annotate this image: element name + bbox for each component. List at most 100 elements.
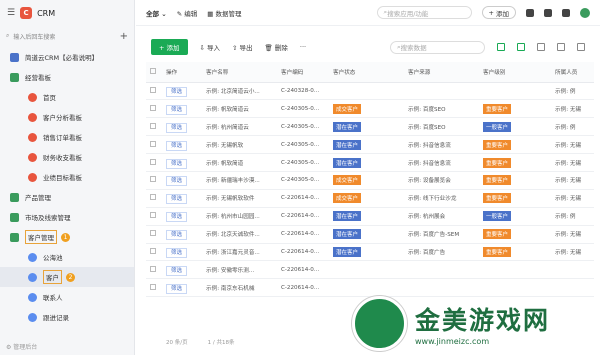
edit-button[interactable]: ✎ 编辑 — [177, 8, 198, 18]
table-row[interactable]: 筛选 示例: 帆软简道云 C-240305-0... 成交客户 示例: 百度SEO 重要客… — [146, 99, 594, 119]
sidebar-item[interactable]: 财务收支看板 — [0, 147, 134, 167]
row-checkbox[interactable] — [150, 176, 156, 183]
checkbox-cell[interactable] — [146, 225, 162, 244]
name-cell[interactable]: 示例: 新疆瑞丰沙漠... — [202, 171, 277, 190]
settings-icon[interactable] — [577, 43, 585, 51]
sidebar-item[interactable]: 跟进记录 — [0, 307, 134, 327]
delete-button[interactable]: 🗑 删除 — [265, 42, 288, 52]
name-cell[interactable]: 示例: 杭州市山园园... — [202, 207, 277, 226]
name-cell[interactable]: 示例: 无锡帆软 — [202, 135, 277, 155]
name-cell[interactable]: 示例: 北京简道云小... — [202, 82, 277, 101]
add-item-icon[interactable]: + — [120, 31, 128, 42]
checkbox-cell[interactable] — [146, 260, 162, 280]
notification-icon[interactable] — [526, 8, 534, 17]
name-cell[interactable]: 示例: 北京天诚软件... — [202, 225, 277, 244]
filter-icon[interactable] — [497, 43, 505, 51]
scope-select[interactable]: 全部 ⌄ — [146, 8, 167, 18]
checkbox-cell[interactable] — [146, 153, 162, 172]
name-cell[interactable]: 示例: 安徽零乐测... — [202, 260, 277, 280]
name-cell[interactable]: 示例: 帆软简道云 — [202, 99, 277, 119]
table-row[interactable]: 筛选 示例: 帆软简道 C-240305-0... 潜在客户 示例: 抖音信息流 重要客户… — [146, 153, 594, 172]
app-search-input[interactable]: ⌕ 搜索应用/功能 — [376, 6, 472, 19]
column-header[interactable]: 客户来源 — [404, 62, 479, 83]
checkbox-cell[interactable] — [146, 207, 162, 226]
table-row[interactable]: 筛选 示例: 新疆瑞丰沙漠... C-240305-0... 成交客户 示例: 设备展览… — [146, 171, 594, 190]
import-button[interactable]: ⇩ 导入 — [200, 42, 221, 52]
sidebar-item[interactable]: 客户管理 1 — [0, 227, 134, 247]
row-checkbox[interactable] — [150, 247, 156, 254]
sort-icon[interactable] — [537, 43, 545, 51]
row-checkbox[interactable] — [150, 86, 156, 93]
table-row[interactable]: 筛选 示例: 安徽零乐测... C-220614-0... — [146, 260, 594, 280]
top-add-button[interactable]: + 添加 — [481, 6, 516, 19]
view-button[interactable]: 筛选 — [166, 230, 188, 241]
sidebar-item[interactable]: 首页 — [0, 87, 134, 107]
name-cell[interactable]: 示例: 浙江嘉元灵音... — [202, 243, 277, 262]
view-button[interactable]: 筛选 — [166, 212, 188, 223]
export-button[interactable]: ⇧ 导出 — [232, 42, 253, 52]
view-button[interactable]: 筛选 — [166, 104, 188, 115]
name-cell[interactable]: 示例: 杭州简道云 — [202, 117, 277, 137]
checkbox-cell[interactable] — [146, 82, 162, 101]
checkbox-cell[interactable] — [146, 135, 162, 155]
view-button[interactable]: 筛选 — [166, 247, 188, 258]
checkbox-cell[interactable] — [146, 99, 162, 119]
row-checkbox[interactable] — [150, 230, 156, 237]
sidebar-item[interactable]: 公海池 — [0, 247, 134, 267]
sidebar-search[interactable]: ⌕ 输入后回车搜索 + — [6, 28, 128, 44]
row-checkbox[interactable] — [150, 283, 156, 290]
view-button[interactable]: 筛选 — [166, 194, 188, 205]
menu-icon[interactable]: ☰ — [7, 8, 15, 18]
row-checkbox[interactable] — [150, 104, 156, 111]
sidebar-item[interactable]: 产品管理 — [0, 187, 134, 207]
checkbox[interactable] — [150, 67, 156, 74]
sidebar-item[interactable]: 联系人 — [0, 287, 134, 307]
help-icon[interactable] — [544, 8, 552, 17]
sidebar-item[interactable]: 简道云CRM【必看说明】 — [0, 47, 134, 67]
record-search-input[interactable]: ⌕ 搜索数据 — [390, 40, 485, 54]
checkbox-cell[interactable] — [146, 171, 162, 190]
checkbox-cell[interactable] — [146, 278, 162, 298]
apps-icon[interactable] — [562, 8, 570, 17]
name-cell[interactable]: 示例: 南京东石机械 — [202, 278, 277, 298]
column-header[interactable]: 客户级别 — [479, 62, 551, 83]
sidebar-item[interactable]: 销售订单看板 — [0, 127, 134, 147]
page-size-select[interactable]: 20 条/页 — [166, 338, 188, 346]
checkbox-cell[interactable] — [146, 243, 162, 262]
view-button[interactable]: 筛选 — [166, 176, 188, 187]
row-checkbox[interactable] — [150, 265, 156, 272]
sidebar-item[interactable]: 市场及线索管理 — [0, 207, 134, 227]
name-cell[interactable]: 示例: 无锡帆软软件 — [202, 189, 277, 208]
name-cell[interactable]: 示例: 帆软简道 — [202, 153, 277, 172]
view-button[interactable]: 筛选 — [166, 265, 188, 276]
view-button[interactable]: 筛选 — [166, 158, 188, 169]
checkbox-cell[interactable] — [146, 189, 162, 208]
more-button[interactable]: ··· — [300, 43, 306, 51]
table-row[interactable]: 筛选 示例: 无锡帆软软件 C-220614-0... 成交客户 示例: 线下行业沙龙 重… — [146, 189, 594, 208]
view-button[interactable]: 筛选 — [166, 140, 188, 151]
add-record-button[interactable]: + 添加 — [151, 39, 188, 55]
row-checkbox[interactable] — [150, 194, 156, 201]
row-checkbox[interactable] — [150, 122, 156, 129]
row-checkbox[interactable] — [150, 140, 156, 147]
row-checkbox[interactable] — [150, 212, 156, 219]
table-row[interactable]: 筛选 示例: 杭州市山园园... C-220614-0... 潜在客户 示例: 杭州展会… — [146, 207, 594, 226]
view-button[interactable]: 筛选 — [166, 86, 188, 97]
table-row[interactable]: 筛选 示例: 北京天诚软件... C-220614-0... 潜在客户 示例: 百度广告… — [146, 225, 594, 244]
column-header[interactable]: 客户编码 — [277, 62, 329, 83]
column-header[interactable]: 客户状态 — [329, 62, 404, 83]
select-all-checkbox[interactable] — [146, 62, 162, 83]
view-button[interactable]: 筛选 — [166, 122, 188, 133]
row-checkbox[interactable] — [150, 158, 156, 165]
column-header[interactable]: 所属人员 — [551, 62, 594, 83]
sidebar-item[interactable]: 经营看板 — [0, 67, 134, 87]
view-icon[interactable] — [517, 43, 525, 51]
view-button[interactable]: 筛选 — [166, 283, 188, 294]
sidebar-item[interactable]: 业绩目标看板 — [0, 167, 134, 187]
admin-link[interactable]: ⚙ 管理后台 — [6, 342, 37, 351]
avatar[interactable] — [580, 7, 590, 18]
data-manage-button[interactable]: ▦ 数据管理 — [207, 8, 241, 18]
table-row[interactable]: 筛选 示例: 杭州简道云 C-240305-0... 潜在客户 示例: 百度SEO 一般客… — [146, 117, 594, 137]
column-header[interactable]: 操作 — [162, 62, 202, 83]
table-row[interactable]: 筛选 示例: 北京简道云小... C-240328-0... 示例: 例 — [146, 82, 594, 101]
